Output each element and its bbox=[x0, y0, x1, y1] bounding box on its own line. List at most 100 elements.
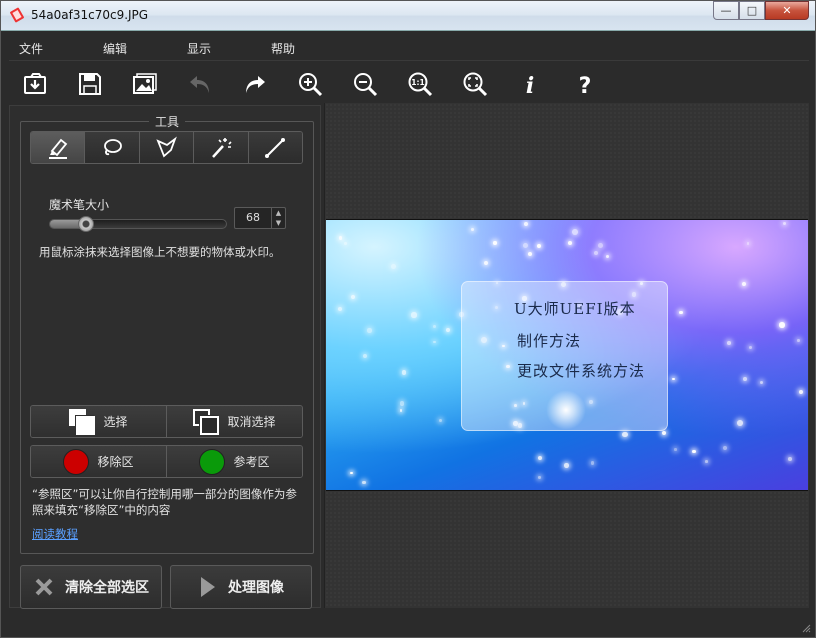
left-panel: 工具 魔术笔大小 68 ▲ ▼ 用鼠标涂抹来选择图像上不想要的物体或水印。 选择… bbox=[9, 105, 321, 609]
window-title: 54a0af31c70c9.JPG bbox=[31, 8, 149, 22]
fit-screen-button[interactable] bbox=[460, 69, 490, 99]
reference-area-button[interactable]: 参考区 bbox=[167, 446, 302, 477]
svg-text:1:1: 1:1 bbox=[411, 78, 424, 87]
sparkle-dot bbox=[747, 242, 750, 245]
sparkle-dot bbox=[571, 229, 578, 236]
sparkle-dot bbox=[339, 236, 343, 240]
lasso-tool[interactable] bbox=[85, 132, 140, 163]
photo-text-line: 制作方法 bbox=[517, 332, 582, 350]
resize-grip-icon[interactable] bbox=[801, 623, 811, 633]
tools-title: 工具 bbox=[149, 113, 186, 130]
line-tool[interactable] bbox=[248, 132, 302, 163]
sparkle-dot bbox=[621, 431, 628, 438]
sparkle-dot bbox=[692, 450, 696, 454]
remove-area-button[interactable]: 移除区 bbox=[31, 446, 167, 477]
magic-wand-icon bbox=[211, 137, 232, 158]
app-icon bbox=[10, 7, 24, 23]
sparkle-dot bbox=[536, 243, 542, 249]
brush-size-slider[interactable] bbox=[49, 216, 227, 232]
brush-size-stepper[interactable]: 68 ▲ ▼ bbox=[234, 207, 286, 229]
sparkle-dot bbox=[349, 471, 353, 475]
sparkle-dot bbox=[483, 261, 489, 266]
deselect-button[interactable]: 取消选择 bbox=[167, 406, 302, 437]
clear-selection-label: 清除全部选区 bbox=[65, 580, 149, 596]
down-arrow-icon[interactable]: ▼ bbox=[272, 218, 285, 228]
sparkle-dot bbox=[411, 312, 417, 318]
sparkle-dot bbox=[564, 462, 570, 468]
sparkle-dot bbox=[391, 264, 397, 270]
image-canvas[interactable]: U大师UEFI版本 制作方法 更改文件系统方法 bbox=[324, 103, 809, 608]
undo-button[interactable] bbox=[185, 69, 215, 99]
sparkle-dot bbox=[783, 221, 787, 225]
maximize-button[interactable]: □ bbox=[739, 1, 765, 20]
zoom-out-button[interactable] bbox=[350, 69, 380, 99]
process-image-button[interactable]: 处理图像 bbox=[170, 565, 312, 609]
zoom-in-icon bbox=[299, 73, 323, 97]
sparkle-dot bbox=[748, 346, 752, 350]
reference-area-label: 参考区 bbox=[233, 455, 270, 469]
sparkle-dot bbox=[399, 401, 405, 407]
fit-screen-icon bbox=[463, 72, 488, 97]
deselect-label: 取消选择 bbox=[227, 415, 276, 429]
menu-file[interactable]: 文件 bbox=[19, 40, 43, 57]
sparkle-dot bbox=[597, 242, 604, 249]
stepper-arrows[interactable]: ▲ ▼ bbox=[271, 208, 285, 228]
slider-thumb[interactable] bbox=[77, 216, 94, 232]
tool-hint: 用鼠标涂抹来选择图像上不想要的物体或水印。 bbox=[39, 245, 281, 259]
help-button[interactable]: ? bbox=[570, 69, 600, 99]
menu-bar: 文件 编辑 显示 帮助 bbox=[9, 33, 809, 61]
selection-buttons: 选择 取消选择 bbox=[30, 405, 303, 438]
zoom-in-button[interactable] bbox=[295, 69, 325, 99]
menu-edit[interactable]: 编辑 bbox=[103, 40, 127, 57]
sparkle-dot bbox=[367, 328, 372, 333]
sparkle-dot bbox=[337, 306, 342, 311]
polygon-lasso-tool[interactable] bbox=[139, 132, 195, 163]
info-button[interactable]: i bbox=[515, 69, 545, 99]
sparkle-dot bbox=[350, 294, 355, 299]
image-icon bbox=[133, 73, 157, 94]
open-button[interactable] bbox=[20, 69, 50, 99]
photo-text-line: U大师UEFI版本 bbox=[514, 300, 636, 318]
minimize-button[interactable]: — bbox=[713, 1, 739, 20]
area-mode-buttons: 移除区 参考区 bbox=[30, 445, 303, 478]
menu-help[interactable]: 帮助 bbox=[271, 40, 295, 57]
sparkle-dot bbox=[343, 241, 347, 245]
info-icon: i bbox=[526, 73, 534, 97]
clear-selection-button[interactable]: 清除全部选区 bbox=[20, 565, 162, 609]
undo-icon bbox=[190, 76, 209, 93]
lasso-icon bbox=[104, 138, 123, 155]
sparkle-dot bbox=[362, 353, 368, 359]
save-button[interactable] bbox=[75, 69, 105, 99]
zoom-actual-button[interactable]: 1:1 bbox=[405, 69, 435, 99]
brush-size-label: 魔术笔大小 bbox=[49, 198, 110, 212]
svg-text:?: ? bbox=[579, 74, 592, 97]
image-preview[interactable]: U大师UEFI版本 制作方法 更改文件系统方法 bbox=[326, 219, 808, 491]
sparkle-dot bbox=[433, 340, 436, 344]
app-window: 54a0af31c70c9.JPG — □ ✕ 文件 编辑 显示 帮助 1:1 … bbox=[0, 0, 816, 638]
polygon-lasso-icon bbox=[155, 135, 177, 158]
close-button[interactable]: ✕ bbox=[765, 1, 809, 20]
sparkle-dot bbox=[742, 377, 747, 382]
sparkle-dot bbox=[705, 460, 708, 463]
sparkle-dot bbox=[679, 310, 683, 315]
magic-wand-tool[interactable] bbox=[194, 132, 249, 163]
sparkle-dot bbox=[471, 227, 475, 231]
sparkle-dot bbox=[527, 252, 532, 257]
sparkle-dot bbox=[524, 222, 529, 227]
redo-button[interactable] bbox=[240, 69, 270, 99]
image-button[interactable] bbox=[130, 69, 160, 99]
tool-selector bbox=[30, 131, 303, 164]
sparkle-dot bbox=[439, 419, 443, 423]
tutorial-link[interactable]: 阅读教程 bbox=[32, 526, 78, 542]
up-arrow-icon[interactable]: ▲ bbox=[272, 208, 285, 218]
sparkle-dot bbox=[797, 339, 800, 343]
menu-view[interactable]: 显示 bbox=[187, 40, 211, 57]
brush-size-value[interactable]: 68 bbox=[235, 208, 271, 228]
zoom-actual-icon: 1:1 bbox=[408, 72, 433, 97]
select-button[interactable]: 选择 bbox=[31, 406, 167, 437]
deselect-icon bbox=[193, 408, 220, 435]
sparkle-dot bbox=[605, 255, 609, 259]
marker-tool[interactable] bbox=[31, 132, 86, 163]
sparkle-dot bbox=[674, 448, 677, 451]
sparkle-dot bbox=[741, 281, 747, 287]
